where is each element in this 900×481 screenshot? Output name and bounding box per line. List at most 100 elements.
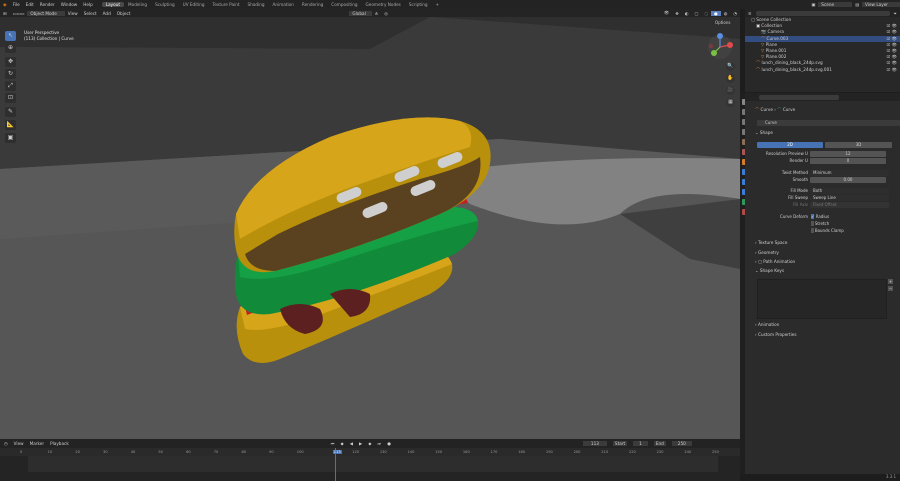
viewport-header: ⊞ ▭▭▭ Object Mode View Select Add Object… bbox=[0, 9, 740, 17]
cursor-tool-icon[interactable]: ⊕ bbox=[5, 43, 16, 53]
toggle-3d-button[interactable]: 3D bbox=[825, 142, 892, 148]
timeline-menu-playback[interactable]: Playback bbox=[50, 441, 69, 446]
menu-file[interactable]: File bbox=[10, 2, 23, 7]
toggle-2d-button[interactable]: 2D bbox=[757, 142, 823, 148]
play-icon[interactable]: ▶ bbox=[359, 441, 362, 446]
overlay-icon[interactable]: ◐ bbox=[682, 11, 692, 16]
timeline-editor-icon[interactable]: ◷ bbox=[4, 441, 8, 446]
menu-add[interactable]: Add bbox=[100, 11, 114, 16]
proportional-edit-icon[interactable]: ◎ bbox=[381, 11, 391, 16]
add-workspace-icon[interactable]: + bbox=[432, 2, 444, 7]
menu-help[interactable]: Help bbox=[80, 2, 96, 7]
add-shape-key-icon[interactable]: + bbox=[888, 279, 893, 284]
fill-mode-dropdown[interactable]: Both bbox=[810, 188, 889, 194]
object-mode-dropdown[interactable]: Object Mode bbox=[27, 10, 65, 16]
prev-keyframe-icon[interactable]: ◆ bbox=[341, 441, 344, 446]
view-layer-name[interactable]: View Layer bbox=[862, 2, 900, 7]
transform-orientation-dropdown[interactable]: Global bbox=[349, 10, 372, 16]
navigation-gizmo[interactable] bbox=[706, 33, 734, 61]
snap-icon[interactable]: ⋔ bbox=[372, 11, 382, 16]
shading-render-icon[interactable]: ◔ bbox=[730, 11, 740, 16]
pan-hand-icon[interactable]: ✋ bbox=[726, 74, 735, 83]
record-icon[interactable]: ● bbox=[387, 441, 391, 446]
tab-geometry-nodes[interactable]: Geometry Nodes bbox=[362, 2, 405, 7]
zoom-icon[interactable]: 🔍 bbox=[726, 62, 735, 71]
scene-icon: ▣ bbox=[811, 2, 816, 7]
smooth-input[interactable]: 0.00 bbox=[810, 177, 886, 183]
rotate-tool-icon[interactable]: ↻ bbox=[5, 69, 16, 79]
twist-method-dropdown[interactable]: Minimum bbox=[810, 170, 889, 176]
menu-edit[interactable]: Edit bbox=[23, 2, 37, 7]
filter-icon[interactable]: ⏷ bbox=[894, 11, 900, 16]
gizmo-icon[interactable]: ✥ bbox=[672, 11, 682, 16]
geometry-section[interactable]: › Geometry bbox=[755, 250, 895, 256]
camera-view-icon[interactable]: 🎥 bbox=[726, 86, 735, 95]
custom-properties-section[interactable]: › Custom Properties bbox=[755, 332, 895, 338]
select-mode-icon[interactable]: ▭▭▭ bbox=[10, 11, 28, 16]
outliner-search-input[interactable] bbox=[755, 10, 890, 16]
properties-search-input[interactable] bbox=[759, 95, 839, 100]
next-keyframe-icon[interactable]: ◆ bbox=[368, 441, 371, 446]
timeline-track[interactable] bbox=[28, 456, 718, 472]
end-field[interactable]: 250 bbox=[671, 441, 692, 446]
radius-checkbox[interactable]: ✓ Radius bbox=[811, 214, 829, 219]
data-name-field[interactable]: Curve bbox=[757, 120, 900, 126]
resolution-preview-input[interactable]: 12 bbox=[810, 151, 886, 157]
fill-sweep-dropdown[interactable]: Sweep Line bbox=[810, 195, 889, 201]
tab-animation[interactable]: Animation bbox=[269, 2, 298, 7]
outliner-editor-icon[interactable]: ≡ bbox=[748, 11, 752, 16]
tab-modeling[interactable]: Modeling bbox=[124, 2, 151, 7]
tab-layout[interactable]: Layout bbox=[101, 2, 125, 7]
select-tool-icon[interactable]: ↖ bbox=[5, 31, 16, 41]
tab-texture-paint[interactable]: Texture Paint bbox=[209, 2, 244, 7]
annotate-tool-icon[interactable]: ✎ bbox=[5, 107, 16, 117]
scene-name[interactable]: Scene bbox=[818, 2, 853, 7]
measure-tool-icon[interactable]: 📐 bbox=[5, 120, 16, 130]
add-cube-tool-icon[interactable]: ▣ bbox=[5, 133, 16, 143]
path-animation-section[interactable]: › ▢ Path Animation bbox=[755, 259, 895, 265]
perspective-grid-icon[interactable]: ▦ bbox=[726, 98, 735, 107]
move-tool-icon[interactable]: ✥ bbox=[5, 57, 16, 67]
menu-render[interactable]: Render bbox=[37, 2, 58, 7]
play-reverse-icon[interactable]: ◀ bbox=[350, 441, 353, 446]
shape-keys-list[interactable] bbox=[757, 279, 887, 319]
shading-solid-icon[interactable]: ● bbox=[711, 10, 721, 16]
animation-section[interactable]: › Animation bbox=[755, 322, 895, 328]
outliner-item[interactable]: ⌒ lunch_dining_black_24dp.svg.001 ☑ 👁 bbox=[745, 67, 900, 73]
tab-compositing[interactable]: Compositing bbox=[327, 2, 361, 7]
visibility-icon[interactable]: 👁 bbox=[661, 10, 672, 16]
options-button[interactable]: Options bbox=[712, 20, 734, 25]
jump-end-icon[interactable]: ⏭ bbox=[377, 441, 381, 446]
timeline-menu-marker[interactable]: Marker bbox=[30, 441, 44, 446]
fill-axis-dropdown[interactable]: Fixed Offset bbox=[810, 202, 889, 208]
bounds-clamp-checkbox[interactable]: Bounds Clamp bbox=[811, 228, 844, 233]
blender-logo-icon[interactable]: ◉ bbox=[0, 2, 10, 7]
tab-uv-editing[interactable]: UV Editing bbox=[179, 2, 209, 7]
stretch-checkbox[interactable]: Stretch bbox=[811, 221, 829, 226]
scale-tool-icon[interactable]: ⤢ bbox=[5, 81, 16, 91]
menu-window[interactable]: Window bbox=[58, 2, 81, 7]
render-u-input[interactable]: 0 bbox=[810, 158, 886, 164]
tab-scripting[interactable]: Scripting bbox=[405, 2, 432, 7]
menu-view[interactable]: View bbox=[65, 11, 81, 16]
shading-material-icon[interactable]: ◍ bbox=[721, 11, 731, 16]
visibility-eye-icon[interactable]: ☑ 👁 bbox=[887, 67, 897, 73]
menu-select[interactable]: Select bbox=[81, 11, 100, 16]
shape-section-header[interactable]: ⌄ Shape bbox=[755, 130, 895, 136]
editor-type-icon[interactable]: ⊞ bbox=[0, 11, 10, 16]
tab-sculpting[interactable]: Sculpting bbox=[151, 2, 179, 7]
tab-shading[interactable]: Shading bbox=[244, 2, 269, 7]
jump-start-icon[interactable]: ⏮ bbox=[331, 441, 335, 446]
transform-tool-icon[interactable]: ⊡ bbox=[5, 93, 16, 103]
remove-shape-key-icon[interactable]: − bbox=[888, 286, 893, 291]
xray-icon[interactable]: ▢ bbox=[691, 11, 701, 16]
start-field[interactable]: 1 bbox=[633, 441, 648, 446]
shape-keys-section[interactable]: ⌄ Shape Keys bbox=[755, 268, 895, 274]
timeline-menu-view[interactable]: View bbox=[14, 441, 24, 446]
current-frame-field[interactable]: 113 bbox=[582, 441, 607, 446]
menu-object[interactable]: Object bbox=[114, 11, 134, 16]
3d-viewport[interactable] bbox=[0, 9, 740, 439]
tab-rendering[interactable]: Rendering bbox=[298, 2, 327, 7]
shading-wire-icon[interactable]: ◌ bbox=[701, 11, 711, 16]
texture-space-section[interactable]: › Texture Space bbox=[755, 240, 895, 246]
